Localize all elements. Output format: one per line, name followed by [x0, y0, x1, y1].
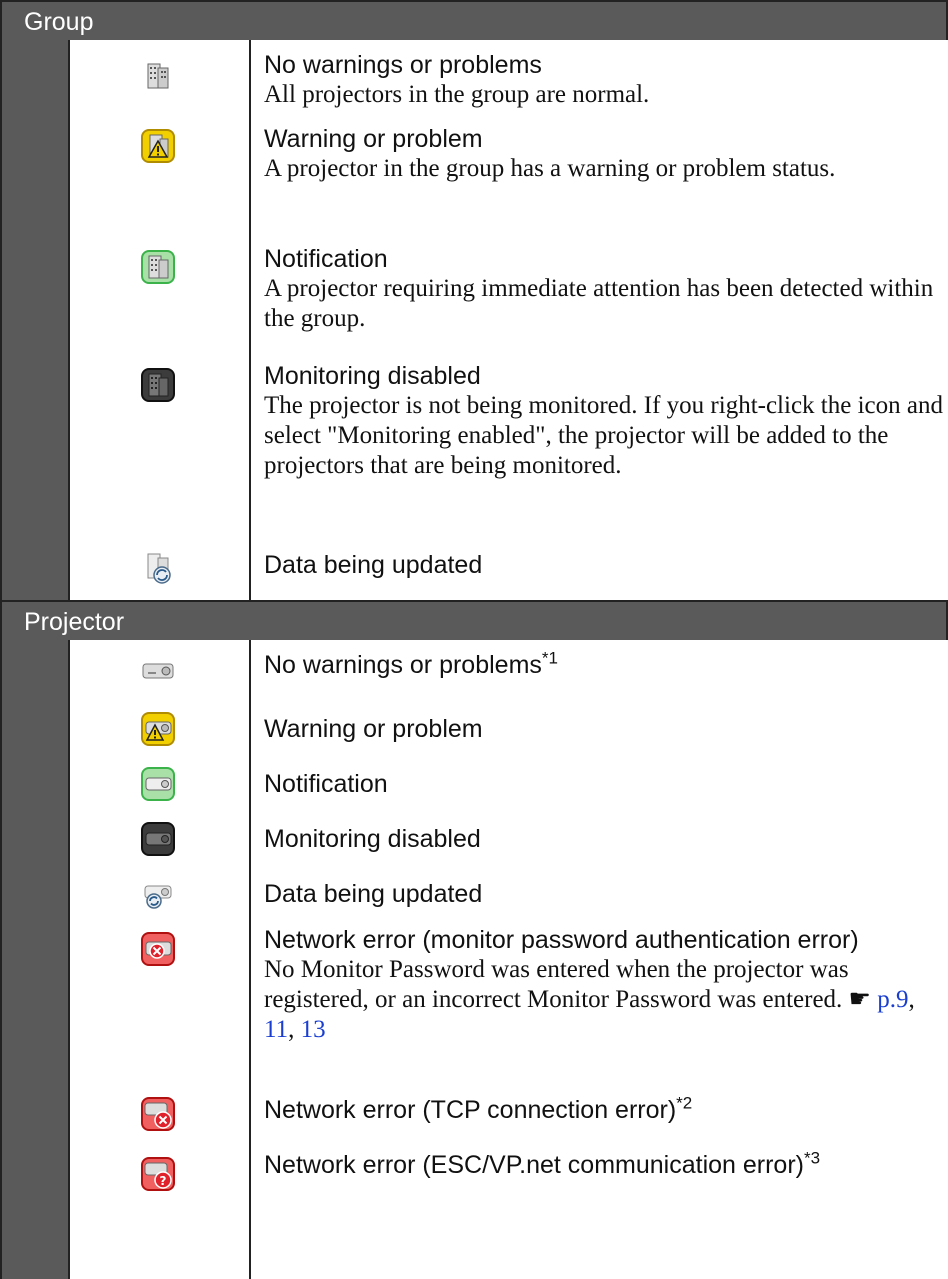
status-icon-table: Group No warnings or problems All projec… [0, 0, 948, 1279]
projector-notification-icon [140, 766, 176, 802]
row-label: Monitoring disabled [264, 825, 481, 853]
group-notification-icon [140, 249, 176, 285]
projector-auth-error-icon [140, 931, 176, 967]
group-normal-icon [140, 58, 176, 94]
row-label: Warning or problem [264, 715, 483, 743]
row-description: All projectors in the group are normal. [264, 81, 650, 108]
group-section-header: Group [0, 0, 948, 40]
footnote-ref: *3 [804, 1148, 821, 1168]
projector-section-table: No warnings or problems*1 Warning or pro… [68, 640, 948, 1279]
row-description: No Monitor Password was entered when the… [264, 956, 915, 1043]
projector-row-warning: Warning or problem [70, 702, 948, 757]
row-description: A projector requiring immediate attentio… [264, 275, 934, 332]
row-label: No warnings or problems*1 [264, 648, 558, 679]
projector-section-sidebar [0, 640, 68, 1279]
projector-updating-icon [140, 877, 176, 913]
group-disabled-icon [140, 367, 176, 403]
row-label: Notification [264, 245, 388, 273]
projector-disabled-icon [140, 821, 176, 857]
group-warning-icon [140, 128, 176, 164]
group-updating-icon [140, 550, 176, 586]
projector-row-normal: No warnings or problems*1 [70, 640, 948, 702]
row-label: Notification [264, 770, 388, 798]
footnote-ref: *1 [541, 648, 558, 668]
projector-row-auth-error: Network error (monitor password authenti… [70, 923, 948, 1085]
pointing-hand-icon: ☛ [848, 986, 871, 1013]
group-section-sidebar [0, 40, 68, 600]
row-label: Network error (ESC/VP.net communication … [264, 1148, 821, 1179]
row-label: Monitoring disabled [264, 362, 481, 390]
projector-normal-icon [140, 652, 176, 688]
projector-escvp-error-icon: ? [140, 1156, 176, 1192]
group-row-normal: No warnings or problems All projectors i… [70, 40, 948, 124]
row-label: Data being updated [264, 551, 483, 579]
projector-tcp-error-icon [140, 1096, 176, 1132]
projector-row-disabled: Monitoring disabled [70, 812, 948, 867]
projector-section-header: Projector [0, 600, 948, 640]
row-label: Network error (monitor password authenti… [264, 926, 859, 954]
group-row-warning: Warning or problem A projector in the gr… [70, 124, 948, 244]
group-row-updating: Data being updated [70, 538, 948, 600]
projector-row-notification: Notification [70, 757, 948, 812]
group-section-table: No warnings or problems All projectors i… [68, 40, 948, 600]
group-row-disabled: Monitoring disabled The projector is not… [70, 361, 948, 538]
page-link-11[interactable]: 11 [264, 1016, 288, 1043]
projector-section-title: Projector [24, 608, 125, 636]
projector-warning-icon [140, 711, 176, 747]
footnote-ref: *2 [676, 1093, 693, 1113]
row-label: Network error (TCP connection error)*2 [264, 1093, 693, 1124]
group-row-notification: Notification A projector requiring immed… [70, 244, 948, 361]
projector-row-tcp-error: Network error (TCP connection error)*2 [70, 1085, 948, 1140]
row-label: Data being updated [264, 880, 483, 908]
projector-row-updating: Data being updated [70, 867, 948, 923]
row-label: No warnings or problems [264, 51, 542, 79]
svg-text:?: ? [160, 1174, 167, 1188]
row-description: The projector is not being monitored. If… [264, 392, 943, 479]
page-link-9[interactable]: p.9 [877, 986, 908, 1013]
projector-row-escvp-error: ? Network error (ESC/VP.net communicatio… [70, 1140, 948, 1220]
group-section-title: Group [24, 8, 94, 36]
page-link-13[interactable]: 13 [301, 1016, 326, 1043]
row-description: A projector in the group has a warning o… [264, 155, 836, 182]
row-label: Warning or problem [264, 125, 483, 153]
